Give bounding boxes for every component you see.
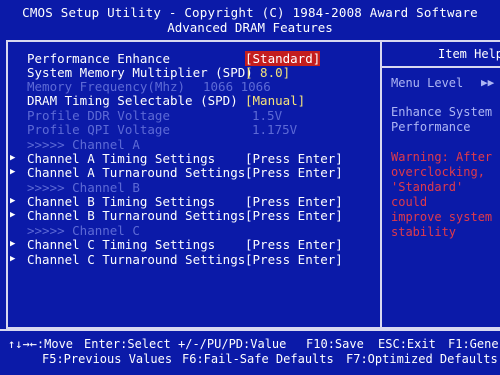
section-header-channel-b: >>>>> Channel B <box>27 180 140 195</box>
submenu-label: Channel B Turnaround Settings <box>27 208 246 223</box>
action-help: :General Help <box>462 337 500 351</box>
submenu-value[interactable]: [Press Enter] <box>245 237 343 252</box>
setting-label: System Memory Multiplier (SPD) <box>27 65 253 80</box>
action-exit: :Exit <box>399 337 436 351</box>
submenu-label: Channel C Timing Settings <box>27 237 216 252</box>
action-select: :Select <box>120 337 171 351</box>
submenu-value[interactable]: [Press Enter] <box>245 165 343 180</box>
key-f7: F7 <box>346 352 361 366</box>
key-f6: F6 <box>182 352 197 366</box>
submenu-arrow-icon: ▶ <box>10 210 16 220</box>
submenu-arrow-icon: ▶ <box>10 167 16 177</box>
setting-value: 1.5V <box>252 108 283 123</box>
page-title: Advanced DRAM Features <box>167 20 333 35</box>
setting-label: Profile QPI Voltage <box>27 122 170 137</box>
bios-screen: CMOS Setup Utility - Copyright (C) 1984-… <box>0 0 500 375</box>
submenu-value[interactable]: [Press Enter] <box>245 194 343 209</box>
section-header-channel-c: >>>>> Channel C <box>27 223 140 238</box>
key-move: ↑↓→← <box>8 337 37 351</box>
key-enter: Enter <box>84 337 121 351</box>
help-description-line: Enhance System <box>391 105 493 119</box>
help-header-divider <box>382 66 500 68</box>
action-save: :Save <box>327 337 364 351</box>
action-optimized: :Optimized Defaults <box>360 352 498 366</box>
key-legend: ↑↓→←:Move Enter:Select +/-/PU/PD:Value F… <box>0 331 500 375</box>
key-hint-optimized: F7:Optimized Defaults <box>346 352 498 366</box>
setting-value-selected[interactable]: [Standard] <box>245 51 321 66</box>
submenu-arrow-icon: ▶ <box>10 254 16 264</box>
help-description-line: Performance <box>391 120 471 134</box>
help-warning-line: overclocking, <box>391 165 485 179</box>
key-hint-select: Enter:Select <box>84 337 171 351</box>
submenu-label: Channel A Timing Settings <box>27 151 216 166</box>
help-warning-line: improve system <box>391 210 493 224</box>
setting-label: Performance Enhance <box>27 51 170 66</box>
setting-value: 1.175V <box>252 122 298 137</box>
submenu-label: Channel A Turnaround Settings <box>27 165 246 180</box>
submenu-arrow-icon: ▶ <box>10 196 16 206</box>
setting-label: Memory Frequency(Mhz) <box>27 79 186 94</box>
setting-label: DRAM Timing Selectable (SPD) <box>27 93 238 108</box>
help-description: Enhance System Performance <box>391 105 492 135</box>
action-previous: :Previous Values <box>56 352 173 366</box>
key-hint-previous: F5:Previous Values <box>42 352 172 366</box>
submenu-label: Channel B Timing Settings <box>27 194 216 209</box>
submenu-value[interactable]: [Press Enter] <box>245 151 343 166</box>
key-value: +/-/PU/PD <box>178 337 244 351</box>
submenu-arrow-icon: ▶ <box>10 153 16 163</box>
setting-label: Profile DDR Voltage <box>27 108 170 123</box>
key-f10: F10 <box>306 337 328 351</box>
submenu-label: Channel C Turnaround Settings <box>27 252 246 267</box>
submenu-arrow-icon: ▶ <box>10 239 16 249</box>
action-move: :Move <box>36 337 74 351</box>
key-hint-exit: ESC:Exit <box>378 337 436 351</box>
help-warning-line: 'Standard' could <box>391 180 464 209</box>
key-hint-value: +/-/PU/PD:Value <box>178 337 286 351</box>
setting-value[interactable]: [Manual] <box>245 93 305 108</box>
help-warning: Warning: After overclocking, 'Standard' … <box>391 150 500 240</box>
section-header-channel-a: >>>>> Channel A <box>27 137 140 152</box>
item-help-title: Item Help <box>438 47 500 61</box>
key-f5: F5 <box>42 352 57 366</box>
key-hint-help: F1:General Help <box>448 337 500 351</box>
key-hint-move: ↑↓→←:Move <box>8 337 73 351</box>
key-hint-failsafe: F6:Fail-Safe Defaults <box>182 352 334 366</box>
submenu-value[interactable]: [Press Enter] <box>245 252 343 267</box>
action-value: :Value <box>243 337 287 351</box>
help-divider <box>380 40 382 329</box>
header: CMOS Setup Utility - Copyright (C) 1984-… <box>0 0 500 40</box>
key-hint-save: F10:Save <box>306 337 364 351</box>
setting-value: 1066 1066 <box>203 79 271 94</box>
key-f1: F1 <box>448 337 463 351</box>
action-failsafe: :Fail-Safe Defaults <box>196 352 334 366</box>
submenu-value[interactable]: [Press Enter] <box>245 208 343 223</box>
help-warning-line: stability <box>391 225 457 239</box>
menu-level-label: Menu Level <box>391 76 464 90</box>
menu-level-arrows-icon: ▶▶ <box>481 76 495 89</box>
setting-value[interactable]: [ 8.0] <box>245 65 290 80</box>
utility-title: CMOS Setup Utility - Copyright (C) 1984-… <box>22 5 478 20</box>
key-esc: ESC <box>378 337 400 351</box>
help-warning-line: Warning: After <box>391 150 493 164</box>
